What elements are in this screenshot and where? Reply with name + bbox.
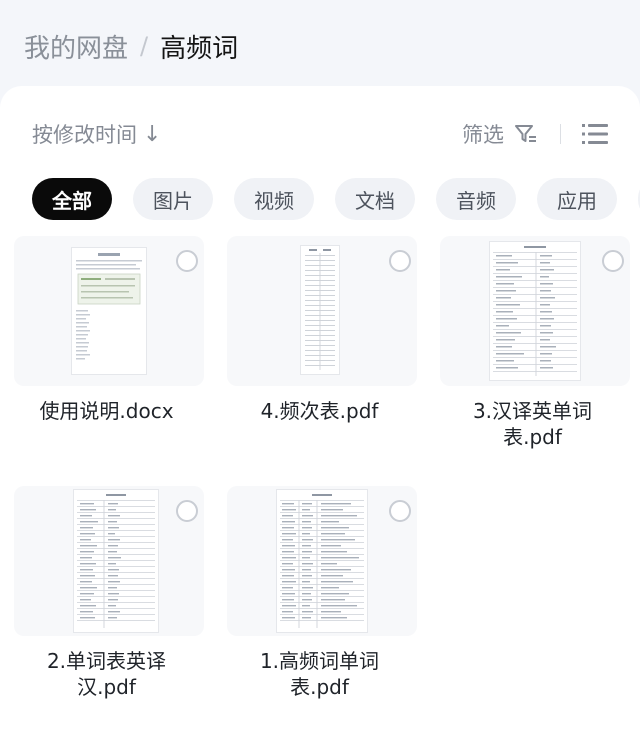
file-name: 4.频次表.pdf <box>260 399 379 423</box>
chip-videos[interactable]: 视频 <box>234 178 314 220</box>
list-view-icon[interactable] <box>582 122 608 146</box>
file-name: 3.汉译英单词表.pdf <box>472 399 593 449</box>
file-name: 2.单词表英译汉.pdf <box>46 649 167 699</box>
select-checkbox[interactable] <box>389 250 411 272</box>
toolbar-divider <box>560 124 561 144</box>
file-name: 使用说明.docx <box>39 399 174 423</box>
filter-icon <box>515 125 536 142</box>
select-checkbox[interactable] <box>389 500 411 522</box>
file-card[interactable]: 2.单词表英译汉.pdf <box>0 486 213 726</box>
select-checkbox[interactable] <box>176 500 198 522</box>
filter-label: 筛选 <box>462 123 504 147</box>
file-card[interactable]: 1.高频词单词表.pdf <box>213 486 426 726</box>
breadcrumb-separator: / <box>140 32 149 60</box>
breadcrumb-root[interactable]: 我的网盘 <box>24 28 128 65</box>
sort-button[interactable]: 按修改时间 ↓ <box>32 119 161 149</box>
file-name: 1.高频词单词表.pdf <box>259 649 380 699</box>
file-card[interactable]: 3.汉译英单词表.pdf <box>426 236 639 476</box>
pdf-preview <box>301 246 339 374</box>
pdf-preview <box>277 490 367 632</box>
chip-audio[interactable]: 音频 <box>436 178 516 220</box>
file-panel: 按修改时间 ↓ 筛选 全部 图片 视频 文档 音频 应用 使用说明.docx 4… <box>0 86 640 739</box>
select-checkbox[interactable] <box>602 250 624 272</box>
chip-all[interactable]: 全部 <box>32 178 112 220</box>
chip-apps[interactable]: 应用 <box>537 178 617 220</box>
filter-button[interactable]: 筛选 <box>462 119 538 149</box>
sort-label: 按修改时间 <box>32 123 137 147</box>
sort-arrow-icon: ↓ <box>143 121 162 147</box>
toolbar: 按修改时间 ↓ 筛选 <box>0 86 640 182</box>
docx-preview <box>72 248 146 374</box>
category-chips: 全部 图片 视频 文档 音频 应用 <box>32 178 640 220</box>
chip-documents[interactable]: 文档 <box>335 178 415 220</box>
breadcrumb-current: 高频词 <box>160 33 239 64</box>
chip-images[interactable]: 图片 <box>133 178 213 220</box>
breadcrumb: 我的网盘 / 高频词 <box>24 26 238 66</box>
file-card[interactable]: 4.频次表.pdf <box>213 236 426 476</box>
pdf-preview <box>490 242 580 380</box>
file-card[interactable]: 使用说明.docx <box>0 236 213 476</box>
select-checkbox[interactable] <box>176 250 198 272</box>
pdf-preview <box>74 490 158 632</box>
